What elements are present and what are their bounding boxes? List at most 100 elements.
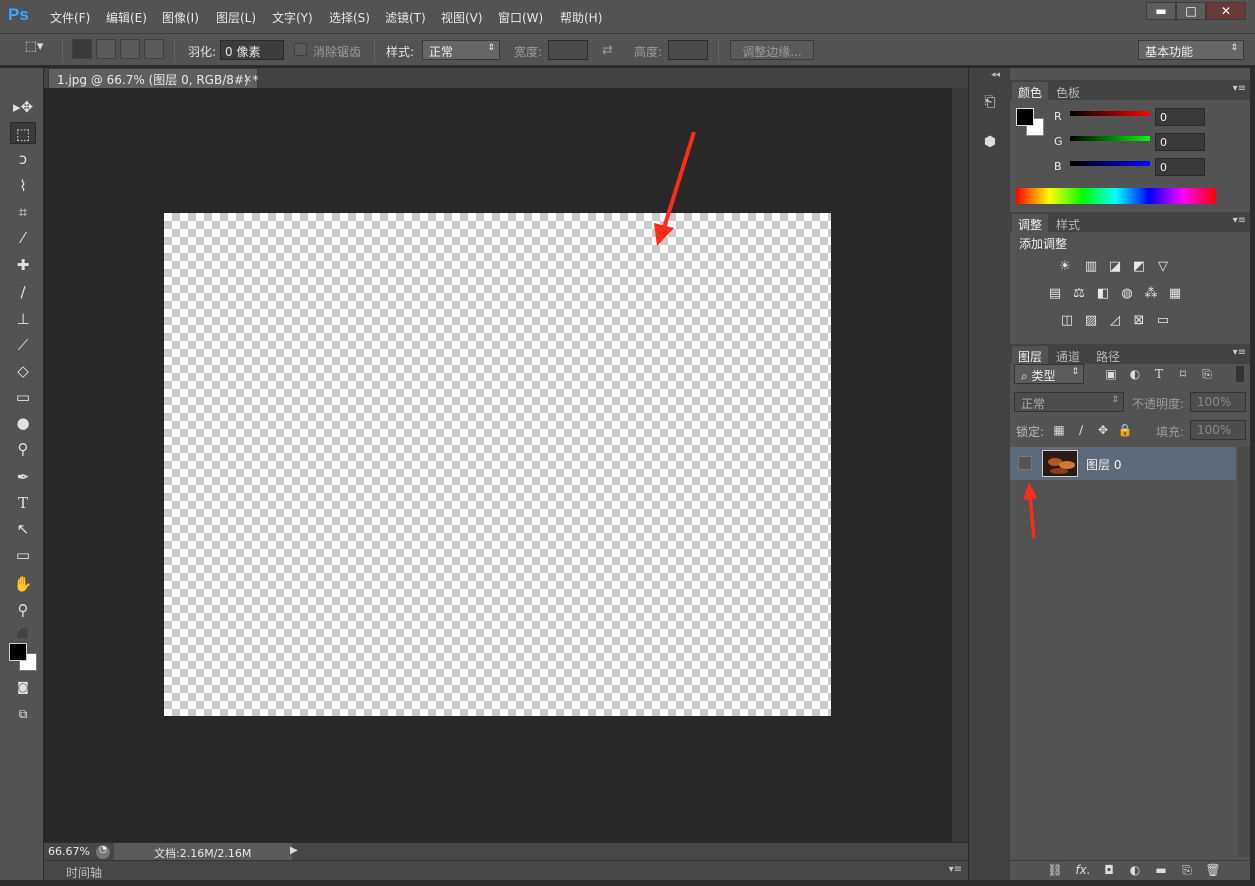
filter-toggle-icon[interactable] [1236, 366, 1244, 382]
black-white-icon[interactable]: ◧ [1094, 285, 1112, 303]
menu-file[interactable]: 文件(F) [50, 9, 90, 26]
gradient-tool-icon[interactable]: ▭ [10, 386, 36, 408]
gradient-map-icon[interactable]: ▭ [1154, 312, 1172, 330]
foreground-color-swatch[interactable] [9, 643, 27, 661]
healing-brush-tool-icon[interactable]: ✚ [10, 254, 36, 276]
r-value-input[interactable]: 0 [1155, 108, 1205, 126]
color-spectrum-bar[interactable] [1016, 188, 1216, 204]
b-slider[interactable] [1070, 161, 1150, 166]
smart-object-filter-icon[interactable]: ⎘ [1198, 365, 1216, 383]
exposure-icon[interactable]: ◩ [1130, 258, 1148, 276]
curves-icon[interactable]: ◪ [1106, 258, 1124, 276]
transparent-canvas[interactable] [164, 213, 831, 716]
blur-tool-icon[interactable]: ● [10, 412, 36, 434]
move-tool-icon[interactable]: ▸✥ [10, 96, 36, 118]
fill-input[interactable]: 100% [1190, 420, 1246, 440]
collapse-arrows-icon[interactable]: ◂◂ [991, 70, 1000, 80]
panel-menu-icon[interactable]: ▾≡ [1233, 83, 1246, 94]
new-selection-icon[interactable] [72, 39, 92, 59]
tab-color[interactable]: 颜色 [1012, 82, 1049, 100]
brush-tool-icon[interactable]: ∕ [10, 281, 36, 303]
layers-scrollbar[interactable] [1238, 447, 1250, 857]
menu-select[interactable]: 选择(S) [329, 9, 370, 26]
panel-menu-icon[interactable]: ▾≡ [1233, 215, 1246, 226]
zoom-level[interactable]: 66.67% [44, 843, 94, 861]
history-brush-tool-icon[interactable]: ⟋ [10, 334, 36, 356]
height-input[interactable] [668, 40, 708, 60]
vibrance-icon[interactable]: ▽ [1154, 258, 1172, 276]
new-group-icon[interactable]: ▬ [1152, 863, 1170, 879]
new-adjustment-layer-icon[interactable]: ◐ [1126, 863, 1144, 879]
history-panel-icon[interactable]: ⎗ [979, 94, 1001, 114]
menu-filter[interactable]: 滤镜(T) [385, 9, 426, 26]
channel-mixer-icon[interactable]: ⁂ [1142, 285, 1160, 303]
tab-swatches[interactable]: 色板 [1050, 82, 1086, 100]
blend-mode-select[interactable]: 正常 ⇕ [1014, 392, 1124, 412]
eraser-tool-icon[interactable]: ◇ [10, 360, 36, 382]
menu-window[interactable]: 窗口(W) [498, 9, 543, 26]
selective-color-icon[interactable]: ⊠ [1130, 312, 1148, 330]
layer-filter-select[interactable]: ⌕ 类型 ⇕ [1014, 364, 1084, 384]
lasso-tool-icon[interactable]: ↄ [10, 148, 36, 170]
g-slider[interactable] [1070, 136, 1150, 141]
rectangle-tool-icon[interactable]: ▭ [10, 544, 36, 566]
intersect-selection-icon[interactable] [144, 39, 164, 59]
refine-edge-button[interactable]: 调整边缘... [730, 40, 814, 60]
dodge-tool-icon[interactable]: ⚲ [10, 438, 36, 460]
rect-marquee-preset-icon[interactable]: ⬚▾ [24, 39, 44, 59]
clone-stamp-tool-icon[interactable]: ⊥ [10, 308, 36, 330]
antialias-checkbox[interactable] [294, 43, 307, 56]
close-button[interactable]: ✕ [1206, 2, 1246, 20]
screen-mode-icon[interactable]: ⧉ [10, 703, 36, 725]
hue-saturation-icon[interactable]: ▤ [1046, 285, 1064, 303]
lock-transparent-icon[interactable]: ▦ [1050, 421, 1068, 439]
hand-tool-icon[interactable]: ✋ [10, 573, 36, 595]
layer-row[interactable]: 图层 0 [1010, 447, 1236, 480]
zoom-tool-icon[interactable]: ⚲ [10, 599, 36, 621]
tab-adjustments[interactable]: 调整 [1012, 214, 1049, 232]
menu-type[interactable]: 文字(Y) [272, 9, 313, 26]
feather-input[interactable]: 0 像素 [220, 40, 284, 60]
type-tool-icon[interactable]: T [10, 492, 36, 514]
lock-image-icon[interactable]: ∕ [1072, 421, 1090, 439]
invert-icon[interactable]: ◫ [1058, 312, 1076, 330]
width-input[interactable] [548, 40, 588, 60]
workspace-select[interactable]: 基本功能 ⇕ [1138, 40, 1244, 60]
type-filter-icon[interactable]: T [1150, 365, 1168, 383]
crop-tool-icon[interactable]: ⌗ [10, 201, 36, 223]
menu-view[interactable]: 视图(V) [441, 9, 483, 26]
tab-channels[interactable]: 通道 [1050, 346, 1086, 364]
path-select-tool-icon[interactable]: ↖ [10, 518, 36, 540]
maximize-button[interactable]: □ [1176, 2, 1206, 20]
shape-filter-icon[interactable]: ⌑ [1174, 365, 1192, 383]
tab-paths[interactable]: 路径 [1090, 346, 1126, 364]
tab-styles[interactable]: 样式 [1050, 214, 1086, 232]
adjustment-filter-icon[interactable]: ◐ [1126, 365, 1144, 383]
quick-select-tool-icon[interactable]: ⌇ [10, 175, 36, 197]
properties-panel-icon[interactable]: ⬢ [979, 134, 1001, 154]
play-arrow-icon[interactable]: ▶ [290, 845, 298, 856]
link-layers-icon[interactable]: ⛓ [1046, 863, 1064, 879]
layer-style-icon[interactable]: fx. [1074, 863, 1092, 879]
g-value-input[interactable]: 0 [1155, 133, 1205, 151]
menu-image[interactable]: 图像(I) [162, 9, 199, 26]
layer-visibility-toggle[interactable] [1018, 456, 1032, 470]
trash-icon[interactable]: 🗑 [1204, 863, 1222, 879]
eyedropper-tool-icon[interactable]: ⁄ [10, 227, 36, 249]
opacity-input[interactable]: 100% [1190, 392, 1246, 412]
photo-filter-icon[interactable]: ◍ [1118, 285, 1136, 303]
add-selection-icon[interactable] [96, 39, 116, 59]
timeline-tab[interactable]: 时间轴 [66, 864, 102, 881]
menu-layer[interactable]: 图层(L) [216, 9, 256, 26]
style-select[interactable]: 正常 ⇕ [422, 40, 500, 60]
menu-help[interactable]: 帮助(H) [560, 9, 602, 26]
pen-tool-icon[interactable]: ✒ [10, 466, 36, 488]
minimize-button[interactable]: ▬ [1146, 2, 1176, 20]
lock-all-icon[interactable]: 🔒 [1116, 421, 1134, 439]
posterize-icon[interactable]: ▨ [1082, 312, 1100, 330]
b-value-input[interactable]: 0 [1155, 158, 1205, 176]
subtract-selection-icon[interactable] [120, 39, 140, 59]
r-slider[interactable] [1070, 111, 1150, 116]
pixel-filter-icon[interactable]: ▣ [1102, 365, 1120, 383]
close-icon[interactable]: × [243, 72, 252, 85]
